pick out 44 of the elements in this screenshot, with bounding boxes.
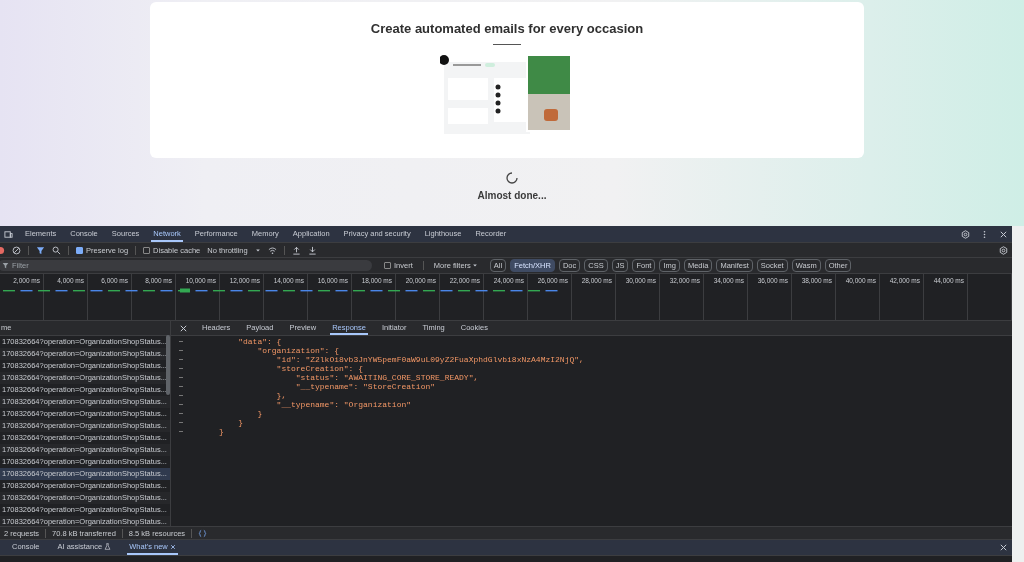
- code-line: }: [256, 409, 263, 418]
- code-line: "storeCreation": {: [275, 364, 364, 373]
- fold-marker: [179, 368, 183, 369]
- code-line: "id": "Z2lkOi8vb3JnYW5pemF0aW9uL09yZ2FuaXphdGlvbi8xNzA4MzI2NjQ",: [275, 355, 584, 364]
- settings-icon[interactable]: [961, 229, 970, 239]
- fold-marker: [179, 395, 183, 396]
- fold-marker: [179, 386, 183, 387]
- card-title: Create automated emails for every occasion: [370, 21, 644, 36]
- device-toolbar-icon[interactable]: [4, 229, 13, 239]
- code-line: "status": "AWAITING_CORE_STORE_READY",: [294, 373, 479, 382]
- flask-icon: [104, 543, 112, 550]
- code-line: "organization": {: [256, 346, 340, 355]
- fold-marker: [179, 413, 183, 414]
- search-icon[interactable]: [52, 245, 61, 255]
- close-icon[interactable]: [169, 543, 176, 550]
- fold-marker: [179, 341, 183, 342]
- fold-marker: [179, 422, 183, 423]
- fold-marker: [179, 350, 183, 351]
- preserve-log-checkbox[interactable]: [76, 246, 83, 254]
- close-icon[interactable]: [999, 229, 1008, 239]
- close-icon[interactable]: [179, 323, 188, 333]
- settings-icon[interactable]: [999, 245, 1008, 255]
- fold-marker: [179, 377, 183, 378]
- close-icon[interactable]: [999, 543, 1008, 552]
- code-line: }: [237, 418, 243, 427]
- upload-icon[interactable]: [291, 245, 301, 255]
- fold-marker: [179, 431, 183, 432]
- pretty-print-icon[interactable]: [198, 528, 208, 538]
- disable-cache-checkbox[interactable]: [143, 246, 151, 254]
- filter-icon: [2, 262, 9, 269]
- fold-marker: [179, 404, 183, 405]
- loading-spinner-icon: [506, 172, 518, 184]
- filter-icon[interactable]: [36, 245, 45, 255]
- code-line: "__typename": "StoreCreation": [294, 382, 436, 391]
- code-line: }: [219, 427, 224, 436]
- download-icon[interactable]: [307, 245, 317, 255]
- code-line: },: [275, 391, 287, 400]
- wifi-icon[interactable]: [267, 245, 277, 255]
- fold-marker: [179, 359, 183, 360]
- loading-text: Almost done...: [477, 190, 547, 201]
- clear-icon[interactable]: [12, 245, 21, 255]
- invert-checkbox[interactable]: [384, 262, 391, 269]
- code-line: "__typename": "Organization": [275, 400, 412, 409]
- code-line: "data": {: [237, 337, 282, 346]
